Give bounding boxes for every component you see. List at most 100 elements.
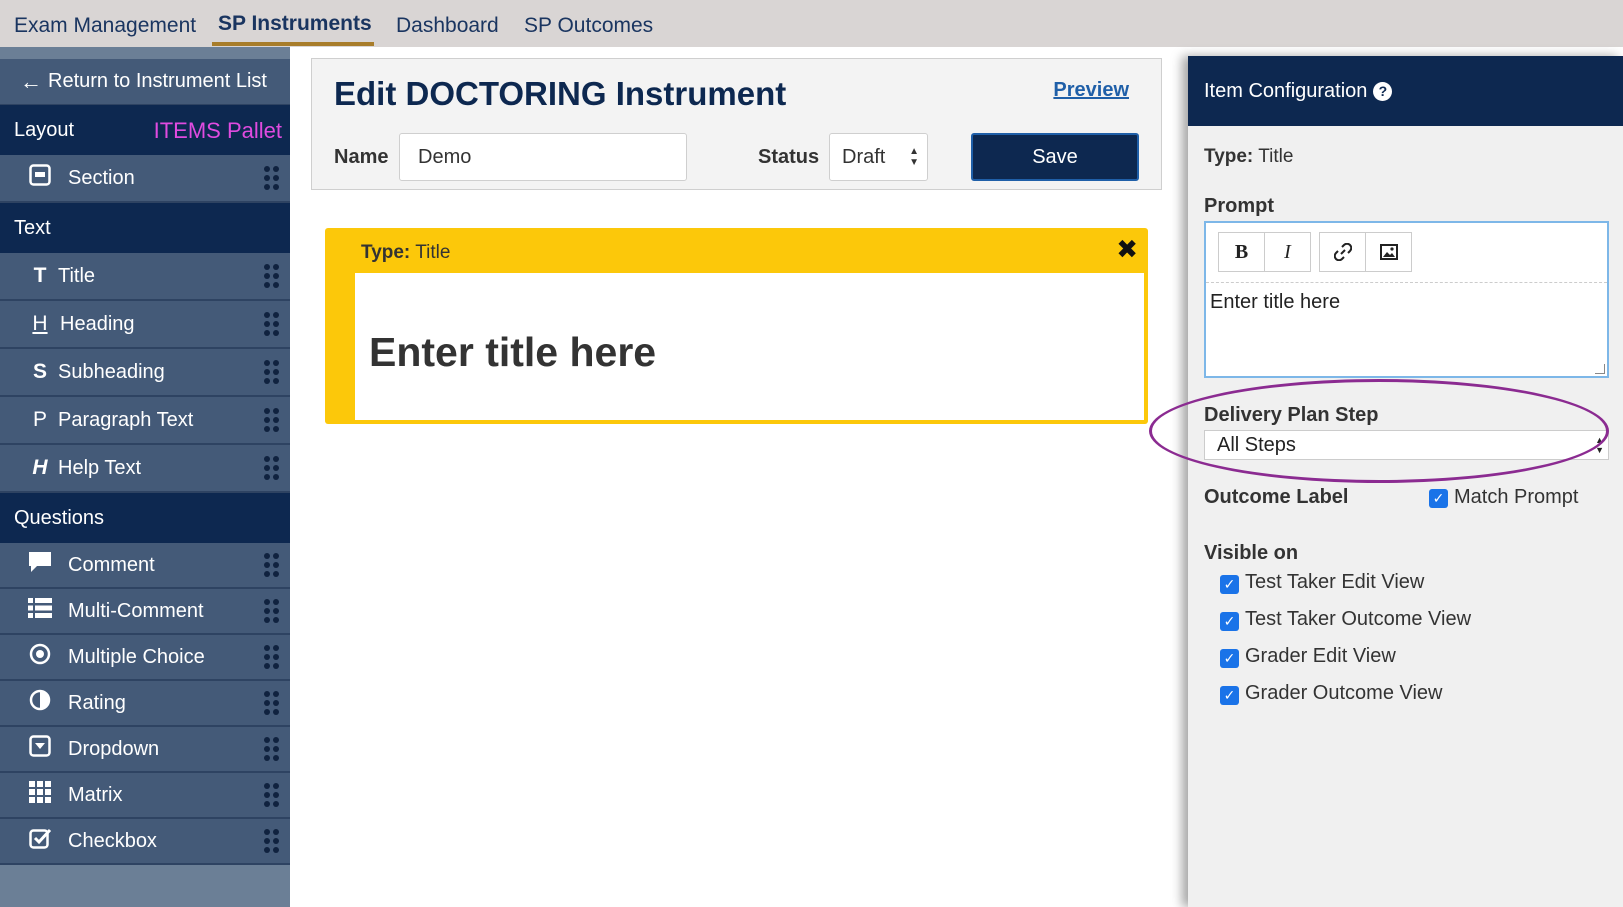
delivery-plan-step-value: All Steps (1217, 433, 1296, 456)
sidebar-item-label: Checkbox (68, 829, 157, 852)
close-icon[interactable]: ✖ (1116, 234, 1138, 265)
drag-handle-icon[interactable] (264, 829, 280, 853)
drag-handle-icon[interactable] (264, 166, 280, 190)
preview-link[interactable]: Preview (1053, 79, 1129, 102)
item-title-text: Enter title here (369, 329, 657, 375)
items-sidebar: ← Return to Instrument List Layout ITEMS… (0, 47, 290, 907)
sidebar-item-heading[interactable]: H Heading (0, 301, 290, 349)
item-type-value: Title (415, 242, 451, 263)
panel-header: Item Configuration ? (1188, 56, 1623, 126)
prompt-text: Enter title here (1210, 291, 1341, 313)
sidebar-item-section[interactable]: Section (0, 155, 290, 203)
sidebar-item-label: Multi-Comment (68, 599, 204, 622)
sidebar-item-label: Subheading (58, 360, 165, 383)
questions-header: Questions (0, 493, 290, 543)
visible-option-checkbox[interactable]: ✓ (1220, 686, 1239, 705)
sidebar-item-checkbox[interactable]: Checkbox (0, 819, 290, 865)
tab-sp-instruments[interactable]: SP Instruments (218, 12, 372, 36)
help-text-icon: H (32, 456, 48, 479)
active-tab-underline (212, 42, 374, 46)
sidebar-item-matrix[interactable]: Matrix (0, 773, 290, 819)
return-to-list-button[interactable]: ← Return to Instrument List (0, 59, 290, 105)
sidebar-item-label: Matrix (68, 783, 123, 806)
visible-option-checkbox[interactable]: ✓ (1220, 575, 1239, 594)
sidebar-item-label: Help Text (58, 456, 142, 479)
delivery-plan-step-label: Delivery Plan Step (1204, 404, 1379, 426)
editor-toolbar: B I (1206, 223, 1607, 283)
status-select[interactable]: Draft ▲ ▼ (829, 133, 928, 181)
sidebar-item-label: Rating (68, 691, 126, 714)
sidebar-item-multiple-choice[interactable]: Multiple Choice (0, 635, 290, 681)
radio-icon (26, 643, 54, 671)
visible-option-checkbox[interactable]: ✓ (1220, 649, 1239, 668)
help-icon[interactable]: ? (1373, 81, 1393, 101)
drag-handle-icon[interactable] (264, 599, 280, 623)
text-header-label: Text (14, 216, 51, 239)
dropdown-icon (26, 735, 54, 763)
drag-handle-icon[interactable] (264, 312, 280, 336)
sidebar-item-comment[interactable]: Comment (0, 543, 290, 589)
drag-handle-icon[interactable] (264, 645, 280, 669)
config-type-value: Title (1258, 146, 1294, 167)
tab-sp-outcomes[interactable]: SP Outcomes (524, 14, 653, 38)
grid-icon (26, 781, 54, 809)
status-value: Draft (842, 145, 886, 168)
config-type-label: Type: (1204, 146, 1254, 167)
title-icon: T (33, 264, 47, 287)
arrow-left-icon: ← (20, 68, 42, 94)
item-type-label: Type: (361, 242, 411, 263)
select-arrows-icon: ▲ ▼ (909, 146, 919, 168)
link-icon[interactable] (1319, 232, 1366, 272)
italic-button[interactable]: I (1264, 232, 1311, 272)
drag-handle-icon[interactable] (264, 456, 280, 480)
return-label: Return to Instrument List (48, 70, 267, 92)
visible-option-checkbox[interactable]: ✓ (1220, 612, 1239, 631)
half-circle-icon (26, 689, 54, 717)
item-type: Type: Title (361, 242, 450, 264)
name-label: Name (334, 146, 389, 168)
save-button[interactable]: Save (971, 133, 1139, 181)
drag-handle-icon[interactable] (264, 360, 280, 384)
sidebar-item-help-text[interactable]: H Help Text (0, 445, 290, 493)
name-input[interactable] (399, 133, 687, 181)
sidebar-item-subheading[interactable]: S Subheading (0, 349, 290, 397)
prompt-rich-text-editor[interactable]: B I Enter title here (1204, 221, 1609, 378)
page-title: Edit DOCTORING Instrument (334, 75, 787, 112)
sidebar-item-title[interactable]: T Title (0, 253, 290, 301)
heading-icon: H (32, 312, 48, 335)
sidebar-item-paragraph-text[interactable]: P Paragraph Text (0, 397, 290, 445)
sidebar-item-label: Section (68, 166, 135, 189)
tab-exam-management[interactable]: Exam Management (14, 14, 196, 38)
questions-header-label: Questions (14, 506, 105, 529)
text-header: Text (0, 203, 290, 253)
comment-icon (26, 551, 54, 579)
visible-on-label: Visible on (1204, 542, 1299, 564)
visible-option-label: Test Taker Outcome View (1245, 608, 1472, 630)
drag-handle-icon[interactable] (264, 408, 280, 432)
layout-header-label: Layout (14, 118, 75, 141)
prompt-label: Prompt (1204, 195, 1274, 217)
sidebar-item-dropdown[interactable]: Dropdown (0, 727, 290, 773)
tab-dashboard[interactable]: Dashboard (396, 14, 499, 38)
drag-handle-icon[interactable] (264, 553, 280, 577)
paragraph-icon: P (32, 408, 47, 431)
subheading-icon: S (32, 360, 47, 383)
sidebar-item-multi-comment[interactable]: Multi-Comment (0, 589, 290, 635)
top-nav: Exam Management SP Instruments Dashboard… (0, 0, 1623, 47)
bold-button[interactable]: B (1218, 232, 1265, 272)
resize-handle-icon[interactable] (1595, 364, 1605, 374)
drag-handle-icon[interactable] (264, 691, 280, 715)
image-icon[interactable] (1365, 232, 1412, 272)
drag-handle-icon[interactable] (264, 737, 280, 761)
match-prompt-checkbox[interactable]: ✓ (1429, 489, 1448, 508)
sidebar-item-rating[interactable]: Rating (0, 681, 290, 727)
select-arrows-icon: ▲ ▼ (1595, 435, 1604, 455)
items-pallet-annotation: ITEMS Pallet (153, 118, 282, 143)
match-prompt-label: Match Prompt (1454, 486, 1579, 508)
title-item-card[interactable]: Type: Title ✖ Enter title here (325, 228, 1148, 424)
drag-handle-icon[interactable] (264, 264, 280, 288)
drag-handle-icon[interactable] (264, 783, 280, 807)
delivery-plan-step-select[interactable]: All Steps ▲ ▼ (1204, 430, 1609, 460)
list-icon (26, 597, 54, 625)
instrument-editor-header: Edit DOCTORING Instrument Preview Name S… (311, 58, 1162, 190)
